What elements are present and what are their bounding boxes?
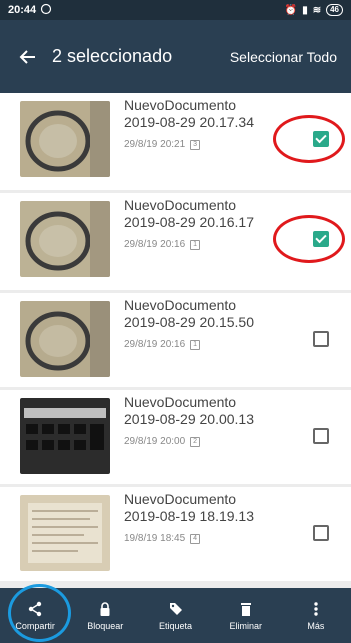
status-bar: 20:44 ⏰ ▮ ≋ 46: [0, 0, 351, 20]
back-arrow-icon[interactable]: [14, 43, 42, 71]
select-checkbox[interactable]: [313, 428, 329, 444]
app-bar: 2 seleccionado Seleccionar Todo: [0, 20, 351, 93]
lock-label: Bloquear: [87, 620, 124, 631]
more-label: Más: [307, 620, 325, 631]
select-checkbox[interactable]: [313, 131, 329, 147]
document-date: 29/8/19 20:00: [124, 436, 186, 447]
select-checkbox[interactable]: [313, 331, 329, 347]
document-thumbnail: [20, 201, 110, 277]
list-item[interactable]: NuevoDocumento 2019-08-29 20.15.50 29/8/…: [0, 293, 351, 387]
wifi-icon: ≋: [312, 4, 322, 16]
document-date: 29/8/19 20:16: [124, 339, 186, 350]
document-thumbnail: [20, 398, 110, 474]
trash-icon: [240, 602, 251, 616]
page-count-badge: 3: [190, 139, 201, 150]
document-name: NuevoDocumento: [124, 394, 237, 410]
list-item[interactable]: NuevoDocumento 2019-08-29 20.17.34 29/8/…: [0, 93, 351, 190]
document-thumbnail: [20, 301, 110, 377]
document-list: NuevoDocumento 2019-08-29 20.17.34 29/8/…: [0, 93, 351, 588]
list-item[interactable]: NuevoDocumento 2019-08-29 20.16.17 29/8/…: [0, 193, 351, 290]
select-checkbox[interactable]: [313, 525, 329, 541]
tag-label: Etiqueta: [158, 620, 193, 631]
selection-count: 2 seleccionado: [52, 46, 173, 66]
share-button[interactable]: Compartir: [0, 588, 70, 643]
document-thumbnail: [20, 495, 110, 571]
delete-button[interactable]: Eliminar: [211, 588, 281, 643]
list-item[interactable]: NuevoDocumento 2019-08-19 18.19.13 19/8/…: [0, 487, 351, 581]
whatsapp-icon: [40, 3, 52, 18]
lock-button[interactable]: Bloquear: [70, 588, 140, 643]
document-stamp: 2019-08-29 20.15.50: [124, 314, 254, 330]
document-name: NuevoDocumento: [124, 197, 237, 213]
page-count-badge: 1: [190, 339, 201, 350]
document-name: NuevoDocumento: [124, 297, 237, 313]
page-count-badge: 2: [190, 436, 201, 447]
document-stamp: 2019-08-19 18.19.13: [124, 508, 254, 524]
document-thumbnail: [20, 101, 110, 177]
alarm-icon: ⏰: [284, 4, 298, 16]
delete-label: Eliminar: [229, 620, 262, 631]
bottom-action-bar: Compartir Bloquear Etiqueta Eliminar Más: [0, 588, 351, 643]
page-count-badge: 4: [190, 533, 201, 544]
document-date: 19/8/19 18:45: [124, 533, 186, 544]
page-count-badge: 1: [190, 239, 201, 250]
tag-button[interactable]: Etiqueta: [140, 588, 210, 643]
select-all-button[interactable]: Seleccionar Todo: [230, 49, 337, 65]
tag-icon: [169, 602, 182, 615]
signal-icon: ▮: [302, 4, 308, 16]
share-icon: [28, 601, 42, 616]
more-vert-icon: [314, 601, 318, 616]
document-name: NuevoDocumento: [124, 97, 237, 113]
document-stamp: 2019-08-29 20.17.34: [124, 114, 254, 130]
document-stamp: 2019-08-29 20.16.17: [124, 214, 254, 230]
status-time: 20:44: [8, 4, 37, 16]
more-button[interactable]: Más: [281, 588, 351, 643]
select-checkbox[interactable]: [313, 231, 329, 247]
document-date: 29/8/19 20:21: [124, 139, 186, 150]
lock-icon: [100, 601, 110, 616]
document-stamp: 2019-08-29 20.00.13: [124, 411, 254, 427]
list-item[interactable]: NuevoDocumento 2019-08-29 20.00.13 29/8/…: [0, 390, 351, 484]
document-name: NuevoDocumento: [124, 491, 237, 507]
battery-icon: 46: [326, 4, 343, 16]
document-date: 29/8/19 20:16: [124, 239, 186, 250]
share-label: Compartir: [15, 620, 55, 631]
